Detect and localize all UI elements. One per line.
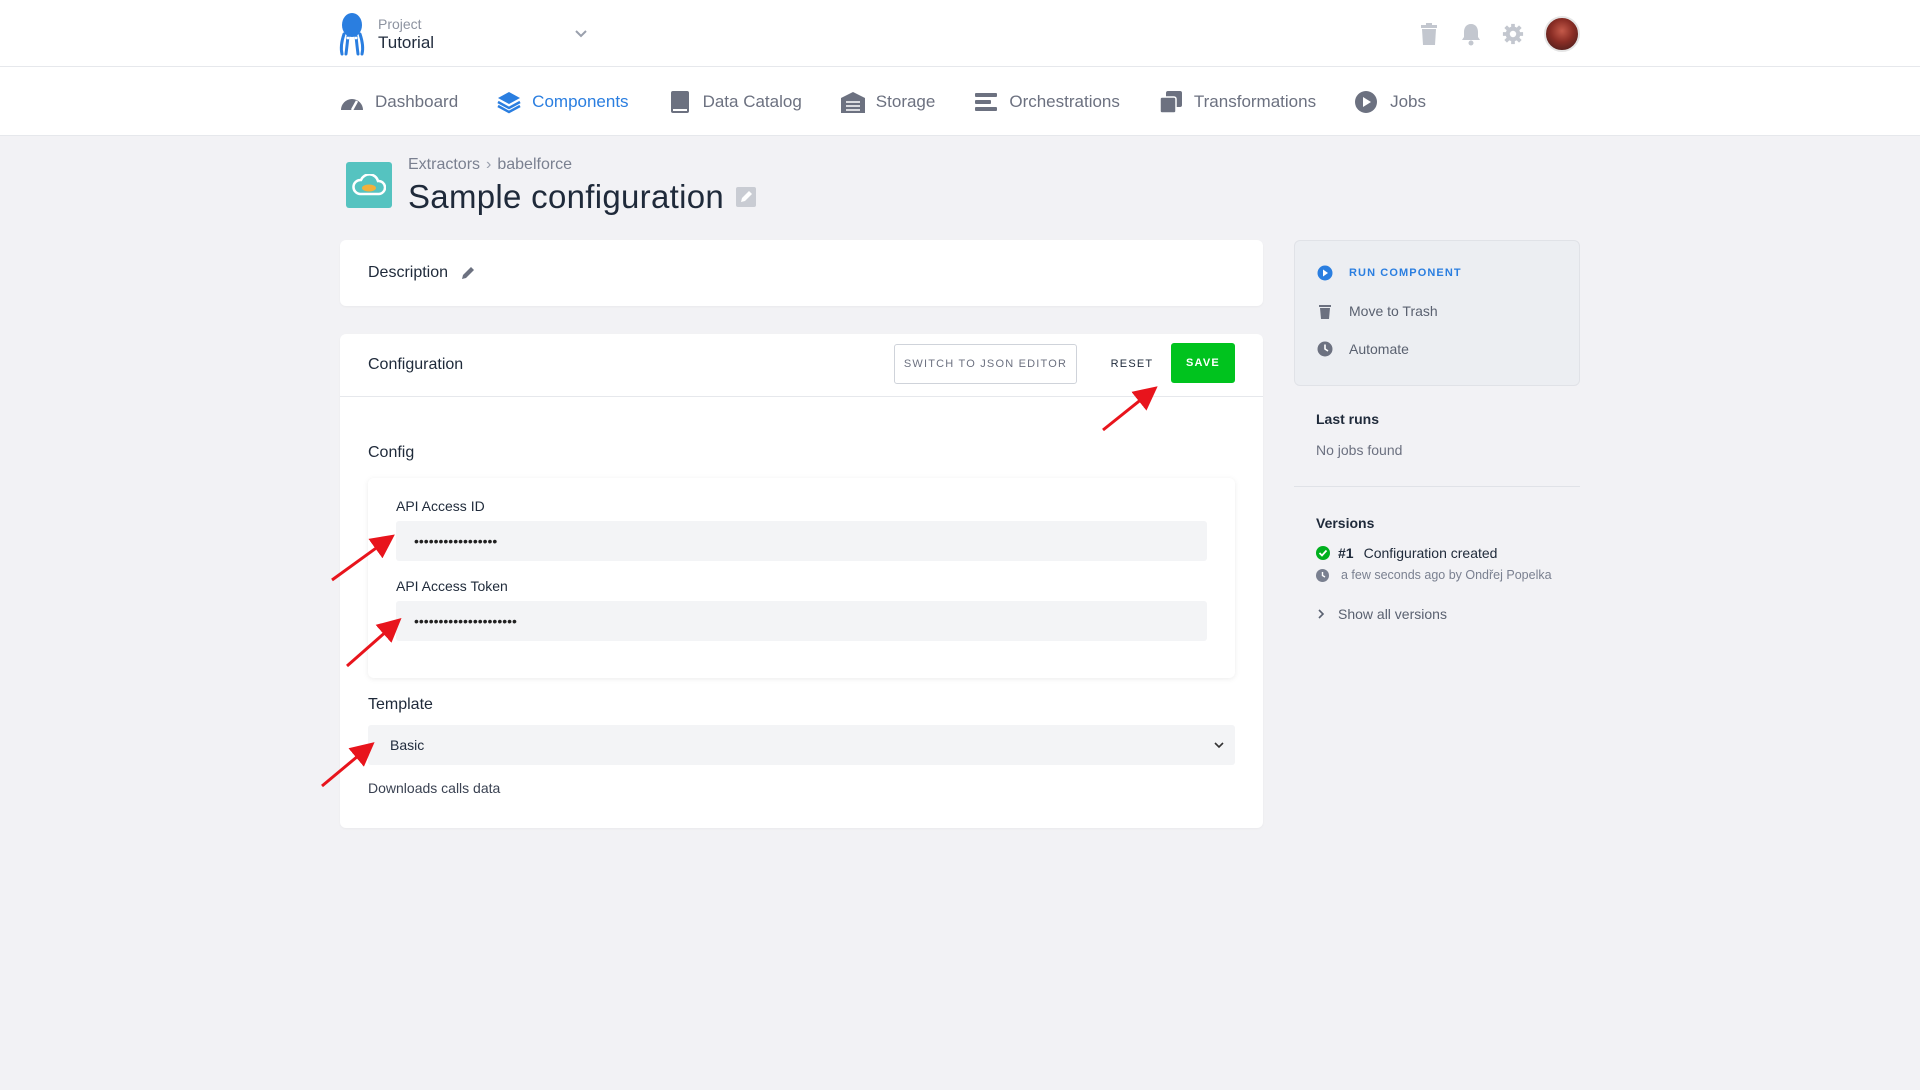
nav-item-jobs[interactable]: Jobs xyxy=(1354,90,1426,114)
book-icon xyxy=(670,90,689,113)
trash-icon[interactable] xyxy=(1418,22,1440,46)
nav-item-storage[interactable]: Storage xyxy=(840,90,936,114)
description-label: Description xyxy=(368,264,449,281)
run-component-label: RUN COMPONENT xyxy=(1349,267,1462,279)
switch-to-json-editor-button[interactable]: SWITCH TO JSON EDITOR xyxy=(894,344,1077,384)
version-item[interactable]: #1 Configuration created xyxy=(1316,545,1497,561)
warehouse-icon xyxy=(840,91,865,113)
trash-icon xyxy=(1319,305,1331,319)
dashboard-icon xyxy=(341,98,363,111)
configuration-title: Configuration xyxy=(368,356,464,373)
nav-label: Transformations xyxy=(1193,91,1317,111)
move-to-trash-button[interactable]: Move to Trash xyxy=(1317,303,1438,319)
last-runs-empty: No jobs found xyxy=(1316,442,1403,458)
page-title-row: Sample configuration xyxy=(408,178,757,216)
layers-icon xyxy=(497,91,521,113)
project-switcher[interactable]: Project Tutorial xyxy=(338,12,587,56)
copy-icon xyxy=(1159,90,1182,114)
page-title: Sample configuration xyxy=(408,178,725,215)
sidebar-divider xyxy=(1294,486,1580,487)
automate-button[interactable]: Automate xyxy=(1317,341,1409,357)
chevron-right-icon xyxy=(1318,609,1325,619)
keboola-octopus-logo xyxy=(339,13,365,56)
config-section-label: Config xyxy=(368,444,415,461)
chevron-down-icon xyxy=(1214,742,1224,749)
api-access-token-input[interactable]: ••••••••••••••••••••• xyxy=(396,601,1207,641)
clock-icon xyxy=(1316,568,1329,582)
api-access-id-input[interactable]: ••••••••••••••••• xyxy=(396,521,1207,561)
top-header: Project Tutorial xyxy=(0,0,1920,67)
config-form: API Access ID ••••••••••••••••• API Acce… xyxy=(368,478,1235,678)
nav-item-orchestrations[interactable]: Orchestrations xyxy=(973,90,1120,114)
breadcrumb-extractors[interactable]: Extractors xyxy=(408,156,480,173)
edit-title-icon[interactable] xyxy=(736,187,757,207)
api-access-id-label: API Access ID xyxy=(396,498,485,514)
pencil-icon[interactable] xyxy=(460,265,476,281)
nav-item-dashboard[interactable]: Dashboard xyxy=(339,90,458,114)
show-all-versions-label: Show all versions xyxy=(1338,606,1447,622)
template-help-text: Downloads calls data xyxy=(368,780,501,796)
bell-icon[interactable] xyxy=(1460,22,1482,46)
version-message: Configuration created xyxy=(1363,545,1498,561)
reset-button[interactable]: RESET xyxy=(1098,344,1166,384)
nav-label: Jobs xyxy=(1390,91,1426,111)
avatar[interactable] xyxy=(1544,16,1580,52)
breadcrumb-separator: › xyxy=(486,156,492,173)
template-select[interactable]: Basic xyxy=(368,725,1235,765)
cloud-icon xyxy=(352,174,386,196)
template-section-label: Template xyxy=(368,696,433,713)
breadcrumb: Extractors › babelforce xyxy=(408,156,572,174)
nav-item-transformations[interactable]: Transformations xyxy=(1158,90,1316,114)
component-logo xyxy=(346,162,392,208)
version-meta-text: a few seconds ago by Ondřej Popelka xyxy=(1341,568,1552,582)
automate-label: Automate xyxy=(1349,341,1409,357)
description-card: Description xyxy=(340,240,1263,306)
gear-icon[interactable] xyxy=(1502,22,1524,46)
version-meta: a few seconds ago by Ondřej Popelka xyxy=(1316,568,1552,582)
play-icon xyxy=(1355,90,1378,113)
versions-title: Versions xyxy=(1316,515,1375,531)
breadcrumb-babelforce[interactable]: babelforce xyxy=(497,156,572,173)
save-button[interactable]: SAVE xyxy=(1171,343,1235,383)
project-label: Project xyxy=(378,16,422,32)
nav-item-data-catalog[interactable]: Data Catalog xyxy=(667,90,802,114)
api-access-token-label: API Access Token xyxy=(396,578,508,594)
configuration-header: Configuration SWITCH TO JSON EDITOR RESE… xyxy=(340,334,1263,397)
project-name: Tutorial xyxy=(378,33,435,52)
nav-label: Storage xyxy=(875,91,936,111)
last-runs-title: Last runs xyxy=(1316,411,1380,427)
configuration-card: Configuration SWITCH TO JSON EDITOR RESE… xyxy=(340,334,1263,828)
play-circle-icon xyxy=(1317,265,1333,281)
chevron-down-icon[interactable] xyxy=(574,26,588,40)
bars-icon xyxy=(975,92,998,111)
nav-label: Data Catalog xyxy=(702,91,802,111)
sidebar-actions: RUN COMPONENT Move to Trash Automate xyxy=(1294,240,1580,386)
run-component-button[interactable]: RUN COMPONENT xyxy=(1317,265,1462,281)
check-circle-icon xyxy=(1316,546,1330,560)
nav-label: Orchestrations xyxy=(1009,91,1120,111)
move-to-trash-label: Move to Trash xyxy=(1349,303,1438,319)
version-number: #1 xyxy=(1338,545,1354,561)
nav-label: Components xyxy=(532,91,629,111)
template-selected-value: Basic xyxy=(390,737,425,753)
show-all-versions-link[interactable]: Show all versions xyxy=(1316,606,1447,622)
main-nav: Dashboard Components Data Catalog Storag… xyxy=(0,67,1920,136)
clock-icon xyxy=(1317,341,1333,357)
nav-label: Dashboard xyxy=(375,91,459,111)
nav-item-components[interactable]: Components xyxy=(496,90,629,114)
